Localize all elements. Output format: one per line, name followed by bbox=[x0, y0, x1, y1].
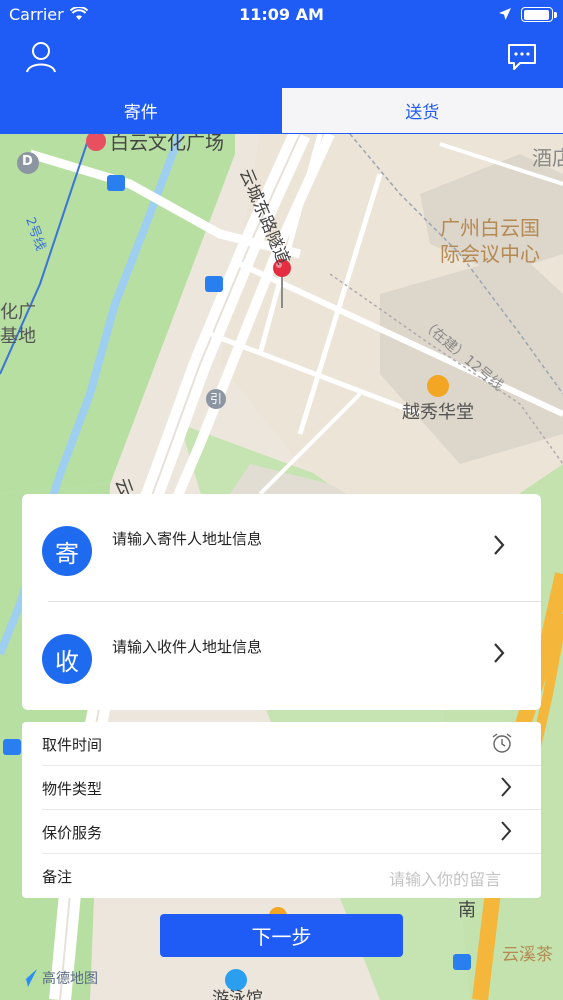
map-logo: 高德地图 bbox=[16, 968, 98, 988]
map-label-center-1: 广州白云国 bbox=[440, 216, 540, 240]
message-icon[interactable] bbox=[506, 42, 538, 72]
remarks-label: 备注 bbox=[42, 868, 73, 886]
map-label-hotel: 酒店 bbox=[532, 146, 563, 170]
map-label-left-1: 化广 bbox=[0, 302, 36, 323]
map-label-center-2: 际会议中心 bbox=[440, 242, 540, 266]
map-rail-sign: 引 bbox=[210, 392, 223, 406]
tab-bar: 寄件 送货 bbox=[0, 88, 563, 134]
map-label-park: 游泳馆 bbox=[212, 989, 263, 1000]
chevron-right-icon bbox=[499, 820, 513, 846]
sender-address-row[interactable]: 寄 请输入寄件人地址信息 bbox=[22, 494, 541, 602]
user-icon[interactable] bbox=[24, 40, 58, 74]
app-header: Carrier 11:09 AM bbox=[0, 0, 563, 88]
sender-badge: 寄 bbox=[42, 526, 92, 576]
status-bar: Carrier 11:09 AM bbox=[0, 0, 563, 30]
chevron-right-icon bbox=[492, 642, 506, 668]
pickup-time-label: 取件时间 bbox=[42, 736, 103, 754]
receiver-badge: 收 bbox=[42, 634, 92, 684]
remarks-input[interactable]: 请输入你的留言 bbox=[389, 866, 501, 890]
options-card: 取件时间 物件类型 保价服务 备注 请输入你的留言 bbox=[22, 722, 541, 898]
item-type-row[interactable]: 物件类型 bbox=[22, 766, 541, 810]
battery-icon bbox=[521, 7, 557, 22]
receiver-address-placeholder: 请输入收件人地址信息 bbox=[112, 638, 263, 656]
sender-address-placeholder: 请输入寄件人地址信息 bbox=[112, 530, 263, 548]
amap-logo-icon bbox=[17, 969, 37, 987]
alarm-clock-icon bbox=[491, 732, 513, 758]
tab-send[interactable]: 寄件 bbox=[0, 88, 282, 133]
item-type-label: 物件类型 bbox=[42, 780, 103, 798]
map-marker-d: D bbox=[22, 154, 33, 169]
status-time: 11:09 AM bbox=[239, 5, 324, 24]
insurance-row[interactable]: 保价服务 bbox=[22, 810, 541, 854]
chevron-right-icon bbox=[492, 534, 506, 560]
location-arrow-icon bbox=[498, 6, 512, 25]
address-card: 寄 请输入寄件人地址信息 收 请输入收件人地址信息 bbox=[22, 494, 541, 710]
chevron-right-icon bbox=[499, 776, 513, 802]
next-step-button[interactable]: 下一步 bbox=[160, 914, 403, 957]
map-label-tea: 云溪茶 bbox=[502, 945, 553, 965]
receiver-address-row[interactable]: 收 请输入收件人地址信息 bbox=[22, 602, 541, 710]
map-label-left-2: 基地 bbox=[0, 326, 36, 347]
map-label-south: 南 bbox=[458, 900, 476, 921]
map-logo-text: 高德地图 bbox=[42, 971, 98, 987]
insurance-label: 保价服务 bbox=[42, 824, 103, 842]
pickup-time-row[interactable]: 取件时间 bbox=[22, 722, 541, 766]
remarks-row[interactable]: 备注 请输入你的留言 bbox=[22, 854, 541, 898]
map-label-plaza: 白云文化广场 bbox=[110, 134, 225, 154]
map-label-hall: 越秀华堂 bbox=[402, 402, 474, 423]
tab-deliver[interactable]: 送货 bbox=[281, 88, 563, 133]
